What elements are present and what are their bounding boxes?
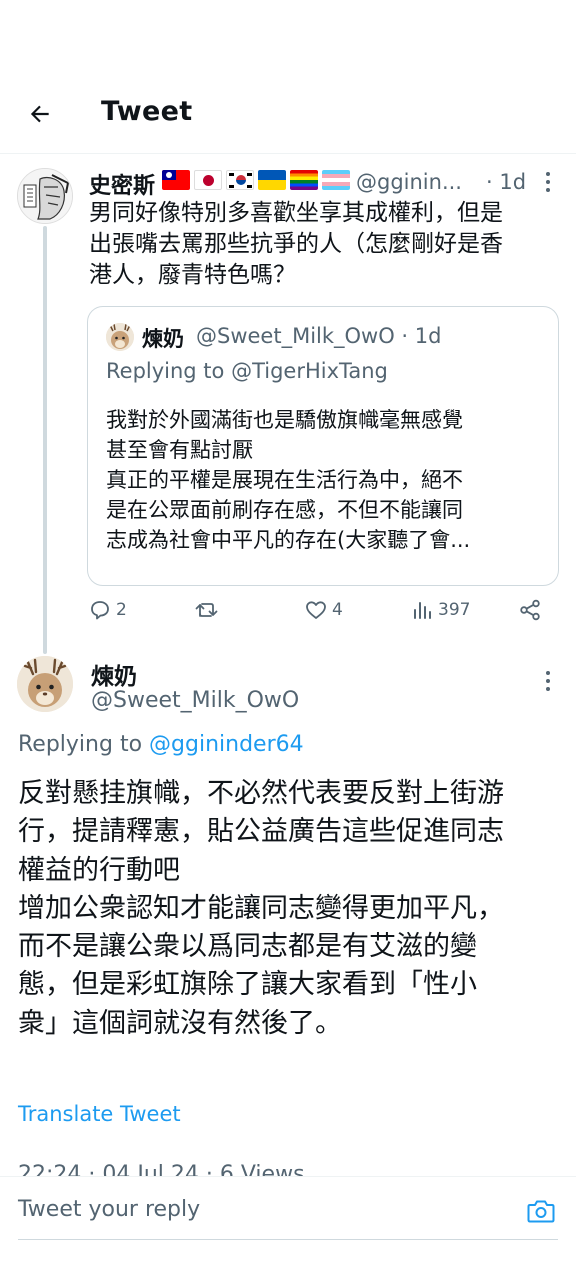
quoted-tweet-card[interactable]: 煉奶 @Sweet_Milk_OwO · 1d Replying to @Tig…	[87, 306, 559, 586]
page-title: Tweet	[101, 96, 193, 127]
tweet1-avatar[interactable]	[17, 168, 73, 224]
reply-input[interactable]: Tweet your reply	[18, 1197, 200, 1222]
camera-icon	[527, 1200, 555, 1223]
like-count: 4	[332, 600, 343, 620]
quoted-text-line: 甚至會有點討厭	[106, 438, 253, 462]
tweet2-text-line: 而不是讓公衆以爲同志都是有艾滋的變	[18, 931, 477, 963]
more-options-icon[interactable]	[544, 172, 552, 192]
tweet2-text: 反對懸挂旗幟，不必然代表要反對上街游 行，提請釋憲，貼公益廣告這些促進同志 權益…	[18, 775, 558, 1043]
quoted-tweet-handle-time: @Sweet_Milk_OwO · 1d	[196, 324, 442, 348]
tweet2-handle[interactable]: @Sweet_Milk_OwO	[91, 688, 299, 713]
replying-to-label: Replying to	[18, 732, 150, 757]
tweet2-replying-to: Replying to @ggininder64	[18, 732, 304, 757]
japan-flag-icon	[194, 170, 222, 190]
reply-input-underline	[18, 1239, 558, 1240]
rainbow-flag-icon	[290, 170, 318, 190]
display-name-flags	[162, 170, 350, 190]
views-button[interactable]: 397	[412, 598, 470, 622]
tweet1-text-line: 出張嘴去罵那些抗爭的人（怎麼剛好是香	[89, 231, 503, 257]
tweet1-text-line: 男同好像特別多喜歡坐享其成權利，但是	[89, 200, 503, 226]
views-count: 397	[438, 600, 471, 620]
tweet2-text-line: 反對懸挂旗幟，不必然代表要反對上街游	[18, 778, 504, 809]
quoted-tweet-replying-to: Replying to @TigerHixTang	[106, 359, 388, 383]
quoted-tweet-avatar	[106, 323, 134, 351]
views-chart-icon	[414, 602, 431, 619]
korea-flag-icon	[226, 170, 254, 190]
tweet2-text-line: 行，提請釋憲，貼公益廣告這些促進同志	[18, 816, 504, 848]
quoted-text-line: 是在公眾面前刷存在感，不但不能讓同	[106, 498, 463, 522]
arrow-left-icon	[30, 105, 49, 123]
tweet1-handle[interactable]: @gginin...	[356, 170, 462, 194]
tweet1-action-bar: 2 4 397	[88, 598, 548, 630]
tweet1-text-line: 港人，廢青特色嗎？	[89, 262, 296, 288]
tweet2-text-line: 權益的行動吧	[18, 854, 180, 886]
share-button[interactable]	[518, 598, 542, 622]
top-app-bar: Tweet	[0, 70, 576, 154]
tweet2-display-name[interactable]: 煉奶	[91, 657, 137, 691]
ukraine-flag-icon	[258, 170, 286, 190]
retweet-button[interactable]	[194, 598, 224, 622]
timestamp-views-text: 22:24 · 04 Jul 24 · 6 Views	[18, 1162, 305, 1176]
quoted-tweet-display-name: 煉奶	[142, 327, 184, 351]
more-options-icon[interactable]	[544, 671, 552, 691]
quoted-tweet-text: 我對於外國滿街也是驕傲旗幟毫無感覺 甚至會有點討厭 真正的平權是展現在生活行為中…	[106, 405, 542, 555]
tweet1-display-name[interactable]: 史密斯	[89, 168, 155, 200]
replying-to-handle-link[interactable]: @ggininder64	[149, 732, 304, 757]
thread-connector-line	[43, 226, 47, 654]
tweet2-avatar[interactable]	[17, 656, 73, 712]
back-button[interactable]	[20, 94, 60, 134]
tweet2-text-line: 增加公衆認知才能讓同志變得更加平凡，	[18, 892, 504, 924]
reply-button[interactable]: 2	[88, 598, 127, 622]
tweet1-timestamp[interactable]: · 1d	[486, 170, 526, 194]
tweet2-timestamp-views: 22:24 · 04 Jul 24 · 6 Views	[18, 1160, 418, 1176]
quoted-text-line: 志成為社會中平凡的存在(大家聽了會...	[106, 528, 471, 552]
share-icon	[520, 599, 540, 621]
translate-tweet-link[interactable]: Translate Tweet	[18, 1102, 181, 1126]
like-button[interactable]: 4	[304, 598, 343, 622]
tweet2-text-line: 衆」這個詞就沒有然後了。	[18, 1007, 342, 1039]
reply-composer-bar: Tweet your reply	[0, 1176, 576, 1280]
retweet-icon	[195, 603, 218, 617]
quoted-text-line: 我對於外國滿街也是驕傲旗幟毫無感覺	[106, 408, 463, 432]
reply-count: 2	[116, 600, 127, 620]
reply-icon	[91, 601, 109, 620]
tweet2-text-line: 態，但是彩虹旗除了讓大家看到「性小	[18, 969, 477, 1001]
transgender-flag-icon	[322, 170, 350, 190]
quoted-text-line: 真正的平權是展現在生活行為中，絕不	[106, 468, 463, 492]
heart-icon	[306, 601, 326, 619]
camera-button[interactable]	[526, 1197, 558, 1227]
taiwan-flag-icon	[162, 170, 190, 190]
tweet1-text: 男同好像特別多喜歡坐享其成權利，但是 出張嘴去罵那些抗爭的人（怎麼剛好是香 港人…	[89, 198, 559, 291]
